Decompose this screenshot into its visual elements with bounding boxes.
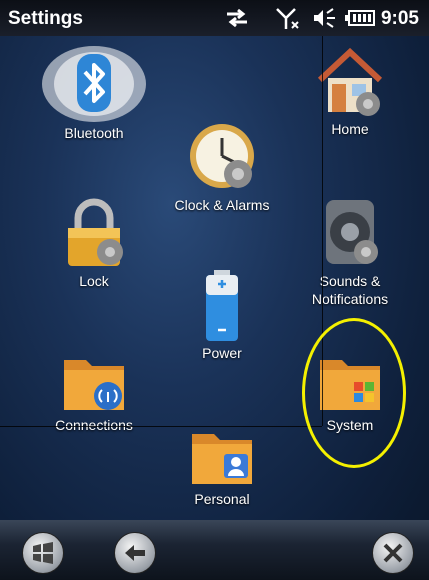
tile-label-bluetooth: Bluetooth	[64, 125, 124, 141]
bluetooth-icon	[42, 46, 146, 122]
clock-time: 9:05	[380, 8, 419, 29]
tile-clock-alarms[interactable]: Clock & Alarms	[162, 118, 282, 214]
tile-power[interactable]: Power	[162, 268, 282, 362]
sync-arrows-icon[interactable]	[224, 8, 250, 33]
status-bar: Settings 9:05	[0, 0, 429, 36]
tile-label-home: Home	[331, 121, 369, 137]
divider-line	[0, 426, 322, 427]
tile-personal[interactable]: Personal	[162, 424, 282, 508]
bottom-bar	[0, 520, 429, 580]
battery-icon[interactable]	[345, 8, 375, 33]
highlight-circle	[302, 318, 406, 468]
tile-label-sounds-line2: Notifications	[311, 291, 389, 307]
tile-sounds-notifications[interactable]: Sounds & Notifications	[290, 196, 410, 308]
tile-label-connections: Connections	[55, 417, 133, 433]
lock-icon	[68, 198, 123, 266]
windows-start-icon	[33, 542, 53, 564]
tile-label-power: Power	[202, 345, 242, 361]
tile-bluetooth[interactable]: Bluetooth	[34, 44, 154, 142]
tile-connections[interactable]: Connections	[34, 350, 154, 434]
connections-folder-icon	[64, 360, 124, 410]
battery-large-icon	[206, 270, 238, 341]
no-signal-icon[interactable]	[276, 8, 302, 35]
tile-lock[interactable]: Lock	[34, 196, 154, 290]
tile-label-clock-alarms: Clock & Alarms	[174, 197, 270, 213]
tile-label-lock: Lock	[79, 273, 109, 289]
volume-icon[interactable]	[312, 8, 338, 33]
close-icon	[383, 543, 403, 563]
back-arrow-icon	[125, 545, 145, 561]
start-button[interactable]	[22, 532, 64, 574]
page-title: Settings	[8, 8, 83, 29]
tile-label-sounds-line1: Sounds &	[319, 273, 381, 289]
clock-icon	[190, 124, 254, 188]
tile-label-personal: Personal	[194, 491, 250, 507]
personal-folder-icon	[192, 434, 252, 484]
close-button[interactable]	[372, 532, 414, 574]
back-button[interactable]	[114, 532, 156, 574]
tile-home[interactable]: Home	[290, 44, 410, 138]
settings-screen: Settings 9:05 Bluetooth Clock & Alarms H…	[0, 0, 429, 580]
